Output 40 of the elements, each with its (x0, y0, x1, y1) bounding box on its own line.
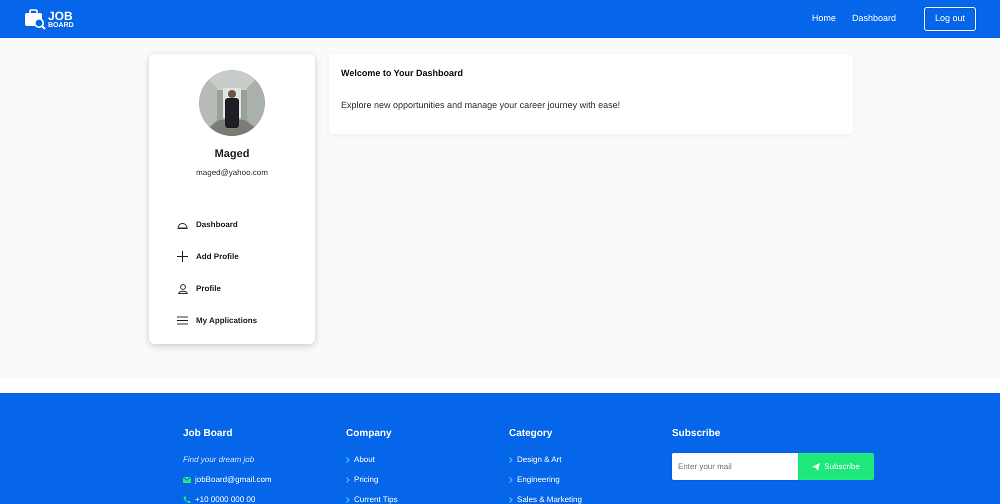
footer-heading: Category (509, 429, 554, 439)
sidebar-item[interactable]: Add Profile (196, 250, 239, 262)
send-icon (812, 462, 820, 470)
email-field[interactable]: Enter your mail (672, 453, 798, 480)
logout-button[interactable]: Log out (924, 7, 976, 31)
tagline: Find your dream job (183, 455, 256, 465)
welcome-text: Explore new opportunities and manage your career journey with ease! (341, 98, 622, 112)
chevron-icon (346, 477, 350, 483)
footer-link[interactable]: Current Tips (354, 495, 398, 504)
plus-icon (177, 251, 188, 262)
chevron-icon (509, 497, 513, 503)
logo-text: JOB (48, 10, 73, 22)
footer-link[interactable]: Sales & Marketing (517, 495, 582, 504)
footer-phone: +10 0000 000 00 (195, 495, 256, 504)
welcome-title: Welcome to Your Dashboard (341, 67, 464, 80)
chevron-icon (509, 457, 513, 463)
chevron-icon (346, 457, 350, 463)
nav-link[interactable]: Home (812, 12, 836, 26)
mail-icon (183, 477, 191, 483)
footer-link[interactable]: Pricing (354, 475, 378, 485)
footer-link[interactable]: Design & Art (517, 455, 562, 465)
footer-email: jobBoard@gmail.com (195, 475, 272, 485)
footer-heading: Company (346, 429, 393, 439)
list-icon (177, 316, 188, 325)
chevron-icon (509, 477, 513, 483)
user-icon (178, 284, 188, 294)
footer-heading: Job Board (183, 429, 234, 439)
chevron-icon (346, 497, 350, 503)
footer-link[interactable]: Engineering (517, 475, 560, 485)
sidebar-item[interactable]: Profile (196, 282, 221, 294)
user-name: Maged (214, 147, 250, 162)
sidebar-item[interactable]: My Applications (196, 314, 258, 326)
nav-link[interactable]: Dashboard (852, 12, 896, 26)
user-email: maged@yahoo.com (196, 166, 268, 178)
briefcase-search-icon (24, 8, 46, 30)
footer-heading: Subscribe (672, 429, 722, 439)
sidebar-item[interactable]: Dashboard (196, 218, 238, 230)
footer-link[interactable]: About (354, 455, 375, 465)
dashboard-icon (177, 220, 188, 228)
phone-icon (183, 496, 191, 504)
